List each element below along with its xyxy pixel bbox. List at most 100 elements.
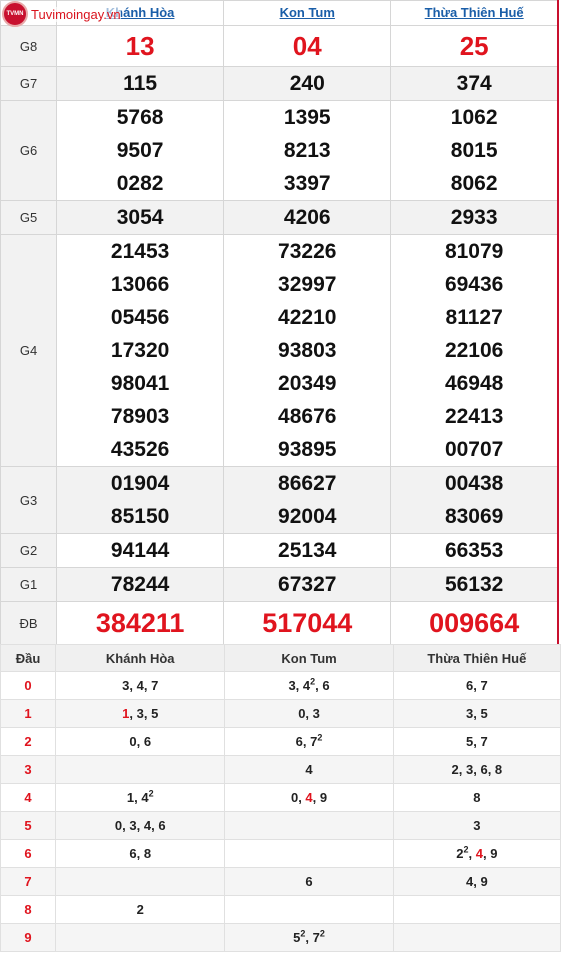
dau-cell: 4 [224, 755, 394, 784]
prize-cell: 374 [390, 66, 559, 101]
dau-cell: 22, 4, 9 [392, 839, 561, 868]
prize-number: 8062 [450, 172, 498, 195]
prize-number: 0282 [116, 172, 164, 195]
prize-label: G1 [0, 567, 58, 602]
dau-value: 0 [298, 706, 306, 721]
dau-cell: 52, 72 [224, 923, 394, 952]
prize-number: 42210 [278, 306, 337, 329]
prize-number: 94144 [110, 539, 170, 562]
prize-number: 78903 [110, 405, 170, 428]
dau-value: 2 [451, 762, 459, 777]
prize-cell: 78244 [56, 567, 225, 602]
prize-cell: 240 [223, 66, 392, 101]
province-link[interactable]: Thừa Thiên Huế [425, 5, 524, 20]
prize-cell: 25 [390, 25, 559, 67]
prize-cell: 81079 69436 81127 22106 46948 22413 00707 [390, 234, 559, 467]
dau-value: 7 [151, 678, 159, 693]
prize-number: 3054 [116, 206, 164, 229]
dau-value: 7 [480, 678, 488, 693]
dau-value: 4 [305, 762, 313, 777]
prize-number: 00438 [444, 472, 504, 495]
prize-row: G7 115 240 374 [0, 66, 559, 101]
dau-value: 8 [143, 846, 152, 861]
prize-row: G6 5768 9507 0282 1395 8213 3397 1062 8015 8062 [0, 100, 559, 201]
dau-header-cell: Khánh Hòa [55, 644, 226, 672]
dau-cell [55, 867, 226, 896]
prize-number: 517044 [262, 608, 353, 638]
dau-cell: 6, 8 [55, 839, 226, 868]
prize-cell: 01904 85150 [56, 466, 225, 534]
dau-value: 6 [480, 762, 488, 777]
dau-value-exponent: 2 [317, 732, 323, 743]
dau-row: 5 0, 3, 4, 63 [0, 811, 561, 840]
dau-value: 3 [136, 706, 144, 721]
results-table: Khánh Hòa Kon Tum Thừa Thiên Huế G8 13 04 25 G7… [0, 0, 559, 645]
prize-number: 05456 [110, 306, 170, 329]
prize-label: G6 [0, 100, 58, 201]
dau-cell: 6 [224, 867, 394, 896]
prize-row: G3 01904 85150 86627 92004 00438 83069 [0, 466, 559, 534]
dau-value: 3 [288, 678, 296, 693]
dau-header-cell: Kon Tum [224, 644, 394, 672]
logo-badge-icon: TVMN [2, 1, 28, 27]
prize-label: ĐB [0, 601, 58, 645]
dau-cell [224, 895, 394, 924]
dau-value-exponent: 2 [463, 844, 469, 855]
prize-cell: 2933 [390, 200, 559, 235]
dau-value: 3 [473, 818, 481, 833]
dau-cell: 2, 3, 6, 8 [392, 755, 561, 784]
dau-value: 7 [480, 734, 488, 749]
dau-value: 9 [480, 874, 488, 889]
dau-value: 2 [136, 902, 144, 917]
dau-value: 1 [126, 790, 135, 805]
prize-cell: 3054 [56, 200, 225, 235]
prize-cell: 115 [56, 66, 225, 101]
prize-number: 1395 [283, 106, 331, 129]
prize-label: G7 [0, 66, 58, 101]
prize-number: 240 [289, 72, 325, 95]
prize-cell: 73226 32997 42210 93803 20349 48676 93895 [223, 234, 392, 467]
prize-cell: 4206 [223, 200, 392, 235]
logo-text: Tuvimoingay.vn [31, 6, 121, 22]
dau-cell: 2 [55, 895, 226, 924]
dau-row: 0 3, 4, 7 3, 42, 6 6, 7 [0, 671, 561, 700]
dau-row: 1 1, 3, 5 0, 3 3, 5 [0, 699, 561, 728]
dau-cell [224, 811, 394, 840]
province-link[interactable]: Kon Tum [280, 5, 335, 20]
dau-value: 4 [143, 818, 152, 833]
prize-number: 73226 [278, 240, 337, 263]
dau-cell: 6, 72 [224, 727, 394, 756]
dau-cell: 0, 6 [55, 727, 226, 756]
site-logo[interactable]: TVMN Tuvimoingay.vn [2, 1, 121, 27]
dau-value: 9 [490, 846, 498, 861]
prize-number: 9507 [116, 139, 164, 162]
prize-number: 22106 [444, 339, 504, 362]
dau-row: 82 [0, 895, 561, 924]
prize-cell: 00438 83069 [390, 466, 559, 534]
prize-number: 04 [292, 31, 322, 61]
dau-value: 5 [465, 734, 474, 749]
dau-row: 7 6 4, 9 [0, 867, 561, 896]
dau-cell: 1, 3, 5 [55, 699, 226, 728]
dau-cell [392, 895, 561, 924]
prize-number: 32997 [278, 273, 337, 296]
prize-number: 48676 [278, 405, 337, 428]
prize-number: 13 [125, 31, 155, 61]
dau-cell: 6, 7 [392, 671, 561, 700]
dau-value-exponent: 2 [148, 788, 154, 799]
prize-row: G2 94144 25134 66353 [0, 533, 559, 568]
prize-cell: 517044 [223, 601, 392, 645]
dau-digit: 2 [0, 727, 57, 756]
prize-label: G2 [0, 533, 58, 568]
province-header-cell: Kon Tum [223, 0, 392, 26]
dau-value: 6 [465, 678, 474, 693]
prize-cell: 384211 [56, 601, 225, 645]
prize-number: 8015 [450, 139, 498, 162]
dau-cell: 0, 3, 4, 6 [55, 811, 226, 840]
prize-number: 81079 [444, 240, 504, 263]
prize-number: 93895 [278, 438, 337, 461]
prize-row: ĐB 384211 517044 009664 [0, 601, 559, 645]
dau-digit: 1 [0, 699, 57, 728]
prize-cell: 67327 [223, 567, 392, 602]
prize-number: 92004 [278, 505, 337, 528]
